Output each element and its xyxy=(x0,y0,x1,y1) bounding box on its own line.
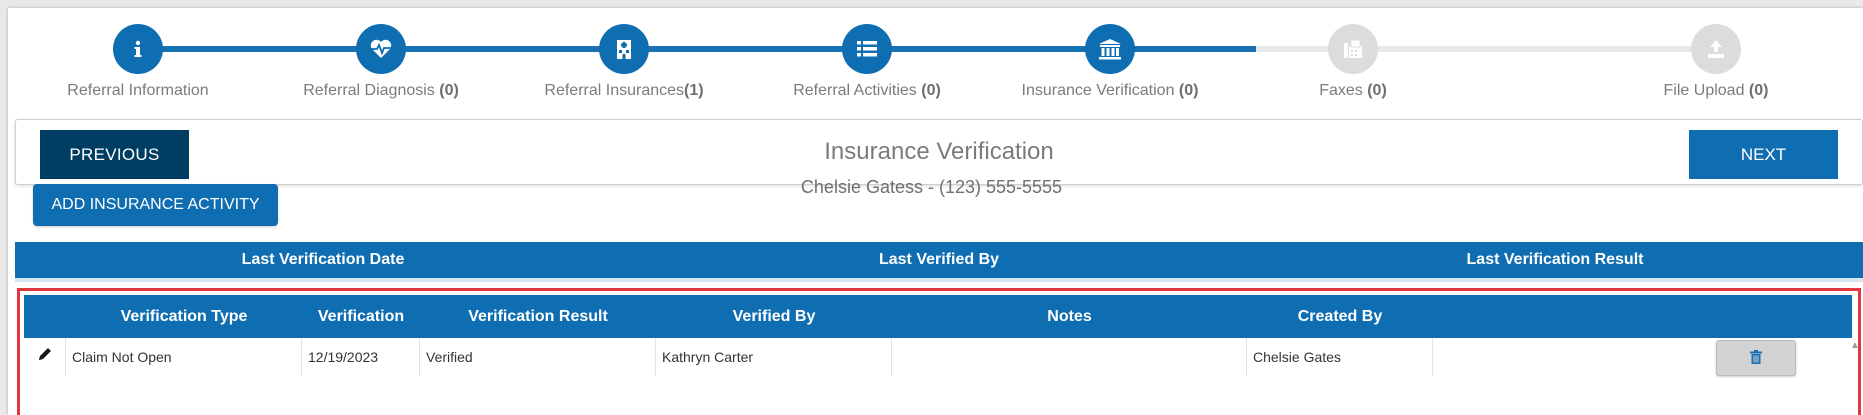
scrollbar-up-arrow[interactable]: ▲ xyxy=(1850,341,1860,351)
step-file-upload[interactable]: File Upload (0) xyxy=(1586,24,1846,100)
step-count: (1) xyxy=(684,82,704,99)
step-label: Referral Diagnosis xyxy=(303,82,440,99)
cell-verification-result: Verified xyxy=(420,338,656,376)
summary-header-last-verified-by: Last Verified By xyxy=(878,251,1000,268)
hospital-icon xyxy=(599,24,649,74)
step-label: Referral Insurances xyxy=(544,82,685,99)
step-count: (0) xyxy=(1367,82,1387,99)
step-label: File Upload xyxy=(1663,82,1749,99)
step-referral-activities[interactable]: Referral Activities (0) xyxy=(737,24,997,100)
header-created-by[interactable]: Created By xyxy=(1247,295,1433,338)
cell-verification-type: Claim Not Open xyxy=(66,338,302,376)
header-verification-result[interactable]: Verification Result xyxy=(420,295,656,338)
info-icon xyxy=(113,24,163,74)
page-title: Insurance Verification xyxy=(824,138,1054,165)
verification-detail-table: Verification Type Verification Date Veri… xyxy=(17,288,1861,415)
step-count: (0) xyxy=(1178,82,1199,99)
summary-header-last-verification-result: Last Verification Result xyxy=(1466,251,1644,268)
step-label: Referral Information xyxy=(67,82,209,99)
header-notes[interactable]: Notes xyxy=(892,295,1247,338)
step-label: Referral Activities xyxy=(793,82,922,99)
step-label: Insurance Verification xyxy=(1021,82,1179,99)
page: Referral Information Referral Diagnosis … xyxy=(8,8,1863,415)
bank-icon xyxy=(1085,24,1135,74)
step-count: (0) xyxy=(439,82,459,99)
referral-stepper: Referral Information Referral Diagnosis … xyxy=(8,8,1863,118)
delete-button[interactable] xyxy=(1716,340,1796,376)
header-verified-by[interactable]: Verified By xyxy=(656,295,892,338)
cell-created-by: Chelsie Gates xyxy=(1247,338,1433,376)
upload-icon xyxy=(1691,24,1741,74)
detail-table-header: Verification Type Verification Date Veri… xyxy=(24,295,1852,368)
step-count: (0) xyxy=(921,82,941,99)
step-count: (0) xyxy=(1748,82,1769,99)
verification-summary-header: Last Verification Date Last Verified By … xyxy=(15,242,1863,282)
next-button[interactable]: NEXT xyxy=(1689,130,1838,179)
step-referral-diagnosis[interactable]: Referral Diagnosis (0) xyxy=(251,24,511,100)
header-verification-type[interactable]: Verification Type xyxy=(66,295,302,338)
summary-header-last-verification-date: Last Verification Date xyxy=(241,251,405,268)
cell-verified-by: Kathryn Carter xyxy=(656,338,892,376)
step-insurance-verification[interactable]: Insurance Verification (0) xyxy=(980,24,1240,100)
trash-icon xyxy=(1750,349,1762,367)
step-referral-information[interactable]: Referral Information xyxy=(8,24,268,100)
cell-verification-date: 12/19/2023 xyxy=(302,338,420,376)
fax-icon xyxy=(1328,24,1378,74)
step-label: Faxes xyxy=(1319,82,1368,99)
patient-info-line: Chelsie Gatess - (123) 555-5555 xyxy=(800,177,1063,197)
table-row: Claim Not Open 12/19/2023 Verified Kathr… xyxy=(24,338,1852,376)
wizard-nav-bar: PREVIOUS Insurance Verification NEXT xyxy=(15,119,1863,185)
edit-cell xyxy=(24,338,66,376)
step-faxes[interactable]: Faxes (0) xyxy=(1223,24,1483,100)
heart-pulse-icon xyxy=(356,24,406,74)
pencil-icon[interactable] xyxy=(37,338,53,376)
list-icon xyxy=(842,24,892,74)
step-referral-insurances[interactable]: Referral Insurances(1) xyxy=(494,24,754,100)
cell-notes xyxy=(892,338,1247,376)
